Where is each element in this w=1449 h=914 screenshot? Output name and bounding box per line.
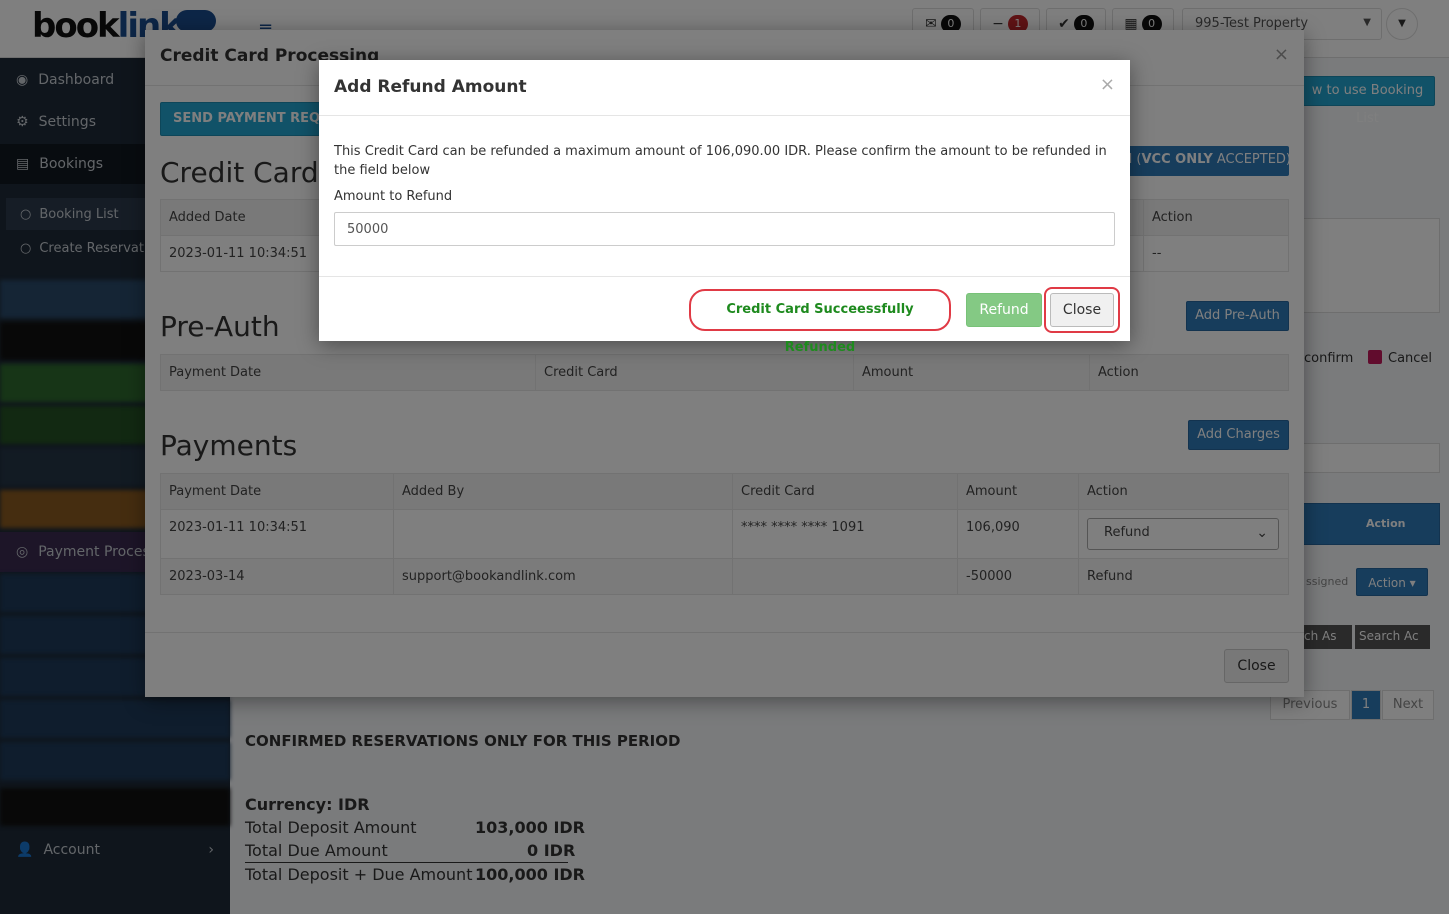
close-icon[interactable]: × bbox=[1100, 74, 1115, 95]
modal-title: Add Refund Amount bbox=[334, 77, 527, 97]
modal-footer: Credit Card Succeessfully Refunded Refun… bbox=[319, 276, 1130, 355]
close-button[interactable]: Close bbox=[1050, 293, 1114, 327]
refund-success-message: Credit Card Succeessfully Refunded bbox=[689, 289, 951, 355]
add-refund-amount-modal: Add Refund Amount × This Credit Card can… bbox=[319, 60, 1130, 355]
refund-info-message: This Credit Card can be refunded a maxim… bbox=[334, 144, 1107, 178]
refund-button[interactable]: Refund bbox=[966, 293, 1042, 327]
amount-to-refund-label: Amount to Refund bbox=[334, 189, 453, 204]
modal-header: Add Refund Amount × bbox=[319, 60, 1130, 116]
amount-to-refund-input[interactable] bbox=[334, 212, 1115, 246]
